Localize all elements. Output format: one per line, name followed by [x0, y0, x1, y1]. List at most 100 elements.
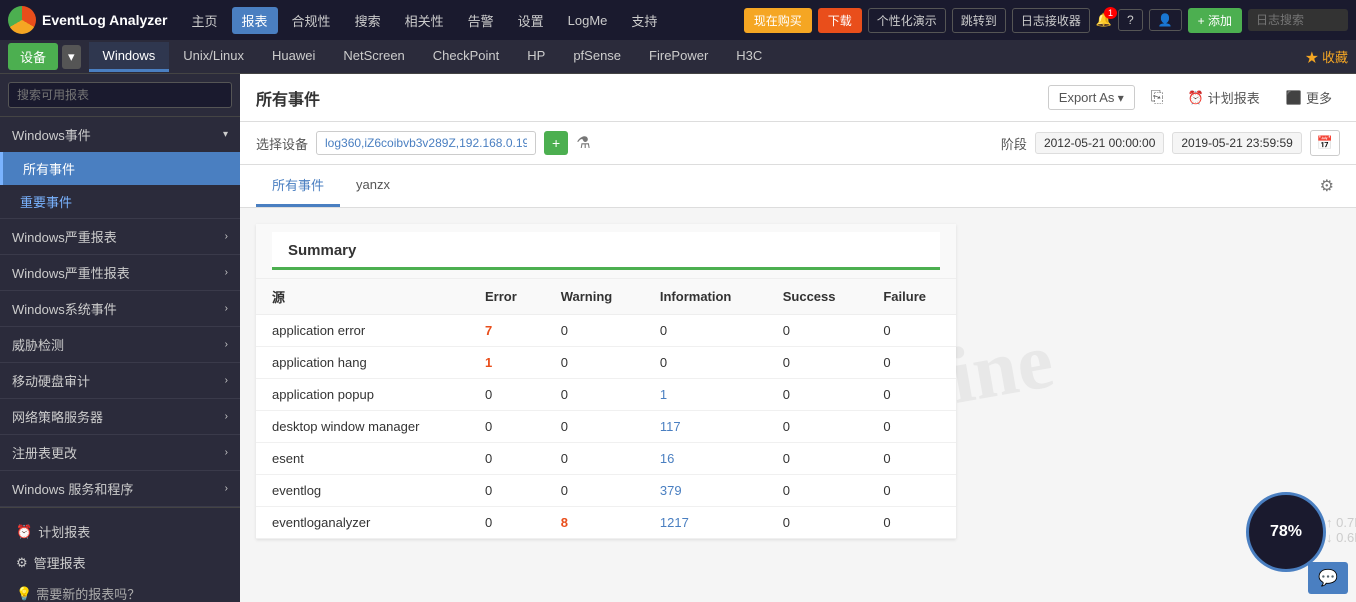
personalize-button[interactable]: 个性化演示	[868, 8, 946, 33]
chevron-right-icon-4: ›	[225, 339, 228, 350]
device-tab-hp[interactable]: HP	[513, 42, 559, 72]
cell-error[interactable]: 7	[469, 315, 545, 347]
sidebar-item-all-events[interactable]: 所有事件	[0, 152, 240, 185]
report-tabs-row: 所有事件 yanzx ⚙	[240, 165, 1356, 208]
manage-report-sidebar-btn[interactable]: ⚙ 管理报表	[8, 547, 232, 578]
jump-to-button[interactable]: 跳转到	[952, 8, 1006, 33]
device-tab-windows[interactable]: Windows	[89, 42, 170, 72]
speed-values: ↑ 0.7K/s ↓ 0.6K/s	[1326, 515, 1356, 545]
sidebar-section-header-system-events[interactable]: Windows系统事件 ›	[0, 291, 240, 326]
table-row: esent 0 0 16 0 0	[256, 443, 956, 475]
cell-warning[interactable]: 8	[545, 507, 644, 539]
cell-warning: 0	[545, 315, 644, 347]
nav-search[interactable]: 搜索	[345, 7, 391, 34]
log-search-input[interactable]	[1248, 9, 1348, 31]
header-actions: Export As ▾ ⎘ ⏰ 计划报表 ⬛ 更多	[1048, 84, 1340, 111]
device-tab-firepower[interactable]: FirePower	[635, 42, 722, 72]
cell-information[interactable]: 117	[644, 411, 767, 443]
schedule-report-sidebar-btn[interactable]: ⏰ 计划报表	[8, 516, 232, 547]
cell-error: 0	[469, 475, 545, 507]
tab-settings-button[interactable]: ⚙	[1314, 170, 1340, 202]
more-button[interactable]: ⬛ 更多	[1278, 84, 1340, 111]
schedule-report-button[interactable]: ⏰ 计划报表	[1180, 84, 1268, 111]
device-tab-unix[interactable]: Unix/Linux	[169, 42, 258, 72]
device-selector-button[interactable]: 设备	[8, 43, 58, 70]
cell-source: application error	[256, 315, 469, 347]
log-receiver-button[interactable]: 日志接收器	[1012, 8, 1090, 33]
sidebar-section-header-registry[interactable]: 注册表更改 ›	[0, 435, 240, 470]
nav-alerts[interactable]: 告警	[458, 7, 504, 34]
time-label: 阶段	[1001, 134, 1027, 153]
device-dropdown-button[interactable]: ▾	[62, 45, 81, 69]
time-start: 2012-05-21 00:00:00	[1035, 132, 1164, 154]
cell-failure: 0	[867, 475, 956, 507]
col-warning: Warning	[545, 279, 644, 315]
device-filter-input[interactable]	[316, 131, 536, 155]
tab-right-area: ⚙	[1314, 170, 1340, 202]
calendar-button[interactable]: 📅	[1310, 130, 1340, 156]
cell-information[interactable]: 1	[644, 379, 767, 411]
sidebar-section-header-network-policy[interactable]: 网络策略服务器 ›	[0, 399, 240, 434]
nav-home[interactable]: 主页	[182, 7, 228, 34]
device-tab-h3c[interactable]: H3C	[722, 42, 776, 72]
sidebar-section-header-critical-reports[interactable]: Windows严重报表 ›	[0, 219, 240, 254]
cell-success: 0	[767, 379, 868, 411]
chat-button[interactable]: 💬	[1308, 562, 1348, 594]
cell-information[interactable]: 1217	[644, 507, 767, 539]
cell-warning: 0	[545, 411, 644, 443]
help-button[interactable]: ?	[1118, 9, 1143, 31]
cell-warning: 0	[545, 443, 644, 475]
sidebar: Windows事件 ▾ 所有事件 重要事件 Windows严重报表 › Wind…	[0, 74, 240, 602]
copy-icon-button[interactable]: ⎘	[1145, 87, 1170, 109]
tab-yanzx[interactable]: yanzx	[340, 167, 406, 205]
device-tab-pfsense[interactable]: pfSense	[559, 42, 635, 72]
cell-error[interactable]: 1	[469, 347, 545, 379]
bookmark-button[interactable]: ★ 收藏	[1305, 47, 1348, 66]
sidebar-bottom: ⏰ 计划报表 ⚙ 管理报表 💡 需要新的报表吗？	[0, 507, 240, 602]
more-icon: ⬛	[1286, 90, 1302, 106]
chevron-right-icon-6: ›	[225, 411, 228, 422]
cell-information[interactable]: 379	[644, 475, 767, 507]
cell-success: 0	[767, 315, 868, 347]
chevron-right-icon: ›	[225, 231, 228, 242]
filter-label: 选择设备	[256, 134, 308, 153]
sidebar-section-registry: 注册表更改 ›	[0, 435, 240, 471]
export-as-button[interactable]: Export As ▾	[1048, 85, 1135, 110]
tab-all-events[interactable]: 所有事件	[256, 165, 340, 207]
cell-source: application popup	[256, 379, 469, 411]
add-device-button[interactable]: +	[544, 131, 568, 155]
sidebar-section-system-events: Windows系统事件 ›	[0, 291, 240, 327]
user-button[interactable]: 👤	[1149, 9, 1182, 31]
nav-settings[interactable]: 设置	[508, 7, 554, 34]
cell-error: 0	[469, 411, 545, 443]
notification-bell[interactable]: 🔔1	[1096, 12, 1112, 28]
page-title: 所有事件	[256, 86, 1048, 110]
filter-icon-button[interactable]: ⚗	[576, 133, 590, 153]
sidebar-section-header-services[interactable]: Windows 服务和程序 ›	[0, 471, 240, 506]
cell-failure: 0	[867, 379, 956, 411]
sidebar-section-header-removable[interactable]: 移动硬盘审计 ›	[0, 363, 240, 398]
download-button[interactable]: 下载	[818, 8, 862, 33]
add-button[interactable]: + 添加	[1188, 8, 1242, 33]
nav-logme[interactable]: LogMe	[558, 9, 618, 32]
top-right-buttons: 现在购买 下载 个性化演示 跳转到 日志接收器 🔔1 ? 👤 + 添加	[744, 8, 1348, 33]
table-row: eventlog 0 0 379 0 0	[256, 475, 956, 507]
sidebar-item-important-events[interactable]: 重要事件	[0, 185, 240, 218]
device-tab-netscreen[interactable]: NetScreen	[329, 42, 418, 72]
sidebar-section-header-windows-events[interactable]: Windows事件 ▾	[0, 117, 240, 152]
nav-compliance[interactable]: 合规性	[282, 7, 341, 34]
filter-row: 选择设备 + ⚗ 阶段 2012-05-21 00:00:00 2019-05-…	[240, 122, 1356, 165]
nav-reports[interactable]: 报表	[232, 7, 278, 34]
nav-support[interactable]: 支持	[621, 7, 667, 34]
sidebar-section-header-threat-detection[interactable]: 威胁检测 ›	[0, 327, 240, 362]
sidebar-search-input[interactable]	[8, 82, 232, 108]
device-tab-checkpoint[interactable]: CheckPoint	[419, 42, 513, 72]
sidebar-section-header-severity-reports[interactable]: Windows严重性报表 ›	[0, 255, 240, 290]
buy-now-button[interactable]: 现在购买	[744, 8, 812, 33]
cell-warning: 0	[545, 475, 644, 507]
cell-information[interactable]: 16	[644, 443, 767, 475]
col-success: Success	[767, 279, 868, 315]
device-tab-huawei[interactable]: Huawei	[258, 42, 329, 72]
nav-correlation[interactable]: 相关性	[395, 7, 454, 34]
app-name: EventLog Analyzer	[42, 12, 168, 28]
